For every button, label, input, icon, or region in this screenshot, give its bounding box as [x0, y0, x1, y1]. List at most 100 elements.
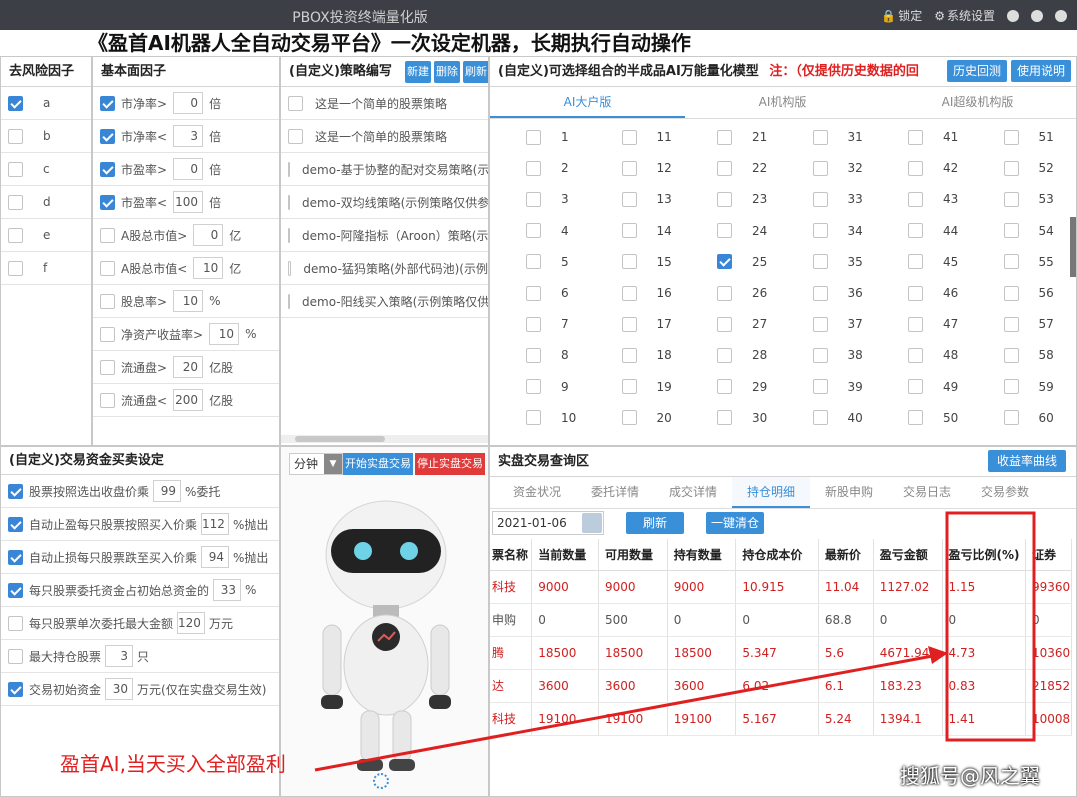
model-option[interactable]: 27	[717, 314, 767, 334]
checkbox[interactable]	[526, 285, 541, 301]
model-option[interactable]: 16	[621, 283, 672, 303]
model-option[interactable]: 46	[908, 283, 958, 303]
checkbox[interactable]	[8, 516, 23, 532]
model-option[interactable]: 14	[621, 221, 672, 241]
usage-guide-button[interactable]: 使用说明	[1011, 60, 1071, 82]
factor-value-input[interactable]: 0	[193, 224, 224, 246]
model-option[interactable]: 52	[1003, 158, 1054, 178]
model-option[interactable]: 31	[812, 127, 863, 147]
checkbox[interactable]	[8, 615, 23, 631]
model-option[interactable]: 38	[812, 345, 863, 365]
new-strategy-button[interactable]: 新建	[405, 61, 431, 83]
strategy-item[interactable]: 这是一个简单的股票策略	[281, 120, 488, 153]
checkbox[interactable]	[812, 160, 828, 176]
model-option[interactable]: 42	[908, 158, 958, 178]
checkbox[interactable]	[1003, 129, 1019, 145]
side-scrollbar[interactable]	[1070, 217, 1076, 277]
checkbox[interactable]	[717, 379, 732, 395]
checkbox[interactable]	[526, 160, 541, 176]
checkbox[interactable]	[288, 128, 303, 144]
checkbox[interactable]	[100, 194, 115, 210]
refresh-button[interactable]: 刷新	[626, 512, 684, 534]
model-option[interactable]: 40	[812, 408, 863, 428]
checkbox[interactable]	[526, 347, 541, 363]
clear-positions-button[interactable]: 一键清仓	[706, 512, 764, 534]
model-option[interactable]: 39	[812, 377, 863, 397]
column-header[interactable]: 最新价	[818, 539, 874, 571]
table-row[interactable]: 申购 0 500 0 0 68.8 0 0 0	[490, 603, 1072, 637]
query-tab[interactable]: 持仓明细	[732, 477, 810, 508]
checkbox[interactable]	[621, 254, 637, 270]
checkbox[interactable]	[908, 254, 923, 270]
model-option[interactable]: 56	[1003, 283, 1054, 303]
maximize-icon[interactable]	[1031, 9, 1043, 22]
model-option[interactable]: 45	[908, 252, 958, 272]
model-option[interactable]: 32	[812, 158, 863, 178]
column-header[interactable]: 持仓成本价	[735, 539, 819, 571]
factor-value-input[interactable]: 200	[173, 389, 204, 411]
checkbox[interactable]	[621, 316, 637, 332]
checkbox[interactable]	[1003, 254, 1019, 270]
factor-value-input[interactable]: 3	[173, 125, 204, 147]
checkbox[interactable]	[812, 379, 828, 395]
checkbox[interactable]	[100, 359, 115, 375]
strategy-item[interactable]: demo-阳线买入策略(示例策略仅供	[281, 285, 488, 318]
checkbox[interactable]	[908, 316, 923, 332]
fund-setting-input[interactable]: 112	[201, 513, 230, 535]
strategy-item[interactable]: demo-双均线策略(示例策略仅供参	[281, 186, 488, 219]
checkbox[interactable]	[621, 223, 637, 239]
model-option[interactable]: 28	[717, 345, 767, 365]
checkbox[interactable]	[288, 227, 290, 243]
model-option[interactable]: 4	[526, 221, 569, 241]
lock-button[interactable]: 🔒 锁定	[881, 7, 922, 24]
model-option[interactable]: 6	[526, 283, 569, 303]
factor-value-input[interactable]: 100	[173, 191, 204, 213]
checkbox[interactable]	[8, 582, 23, 598]
factor-value-input[interactable]: 10	[209, 323, 240, 345]
checkbox[interactable]	[8, 128, 23, 144]
model-option[interactable]: 30	[717, 408, 767, 428]
checkbox[interactable]	[908, 285, 923, 301]
fund-setting-input[interactable]: 120	[177, 612, 206, 634]
model-option[interactable]: 9	[526, 377, 569, 397]
checkbox[interactable]	[100, 293, 115, 309]
checkbox[interactable]	[1003, 316, 1019, 332]
checkbox[interactable]	[621, 410, 637, 426]
checkbox[interactable]	[100, 161, 115, 177]
model-option[interactable]: 44	[908, 221, 958, 241]
checkbox[interactable]	[8, 549, 23, 565]
column-header[interactable]: 当前数量	[531, 539, 600, 571]
checkbox[interactable]	[621, 347, 637, 363]
model-tab[interactable]: AI超级机构版	[880, 87, 1075, 118]
model-option[interactable]: 2	[526, 158, 569, 178]
model-option[interactable]: 54	[1003, 221, 1054, 241]
checkbox[interactable]	[100, 128, 115, 144]
column-header[interactable]: 持有数量	[667, 539, 737, 571]
strategy-item[interactable]: demo-猛犸策略(外部代码池)(示例	[281, 252, 488, 285]
model-option[interactable]: 51	[1003, 127, 1054, 147]
checkbox[interactable]	[717, 254, 732, 270]
column-header[interactable]: 票名称	[490, 539, 533, 571]
model-option[interactable]: 1	[526, 127, 569, 147]
model-option[interactable]: 58	[1003, 345, 1054, 365]
model-option[interactable]: 8	[526, 345, 569, 365]
checkbox[interactable]	[100, 95, 115, 111]
checkbox[interactable]	[812, 347, 828, 363]
history-backtest-button[interactable]: 历史回测	[947, 60, 1007, 82]
model-option[interactable]: 49	[908, 377, 958, 397]
checkbox[interactable]	[8, 681, 23, 697]
model-option[interactable]: 24	[717, 221, 767, 241]
checkbox[interactable]	[100, 227, 115, 243]
table-row[interactable]: 达 3600 3600 3600 6.02 6.1 183.23 0.83 21852	[490, 669, 1072, 703]
query-tab[interactable]: 新股申购	[810, 477, 888, 508]
model-option[interactable]: 33	[812, 189, 863, 209]
checkbox[interactable]	[908, 223, 923, 239]
checkbox[interactable]	[812, 410, 828, 426]
checkbox[interactable]	[812, 285, 828, 301]
model-option[interactable]: 35	[812, 252, 863, 272]
checkbox[interactable]	[288, 95, 303, 111]
checkbox[interactable]	[8, 95, 23, 111]
table-row[interactable]: 腾 18500 18500 18500 5.347 5.6 4671.94 4.73 10360	[490, 636, 1072, 670]
checkbox[interactable]	[621, 160, 637, 176]
checkbox[interactable]	[908, 347, 923, 363]
